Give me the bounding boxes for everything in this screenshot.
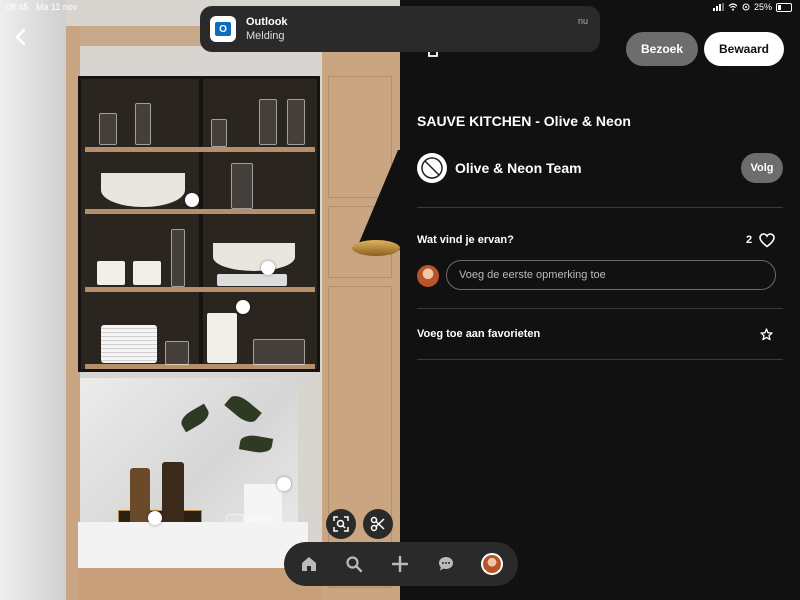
comment-input[interactable] bbox=[446, 260, 776, 290]
notification-app: Outlook bbox=[246, 16, 288, 28]
status-bar: 08:45 Ma 11 nov 25% bbox=[0, 0, 800, 14]
outlook-icon-letter: O bbox=[215, 22, 231, 36]
search-icon bbox=[346, 556, 363, 573]
status-right: 25% bbox=[712, 2, 792, 12]
heart-icon[interactable] bbox=[759, 233, 775, 248]
lens-scan-icon bbox=[333, 516, 349, 532]
status-time: 08:45 bbox=[6, 2, 29, 12]
visit-button[interactable]: Bezoek bbox=[626, 32, 698, 66]
countertop bbox=[78, 522, 308, 568]
status-date: Ma 11 nov bbox=[36, 2, 78, 12]
nav-create[interactable] bbox=[389, 553, 411, 575]
author-avatar[interactable] bbox=[417, 153, 447, 183]
product-tag-dot[interactable] bbox=[261, 261, 275, 275]
pin-title: SAUVE KITCHEN - Olive & Neon bbox=[417, 113, 631, 129]
divider bbox=[417, 359, 783, 360]
follow-button[interactable]: Volg bbox=[741, 153, 783, 183]
product-tag-dot[interactable] bbox=[148, 511, 162, 525]
scissors-icon bbox=[370, 516, 385, 532]
glass-cabinet bbox=[78, 76, 320, 372]
profile-avatar[interactable] bbox=[481, 553, 503, 575]
pin-details-panel: Bezoek Bewaard SAUVE KITCHEN - Olive & N… bbox=[400, 0, 800, 600]
nav-home[interactable] bbox=[298, 553, 320, 575]
outlook-app-icon: O bbox=[210, 16, 236, 42]
olive-neon-logo-icon bbox=[421, 157, 443, 179]
notification-message: Melding bbox=[246, 30, 285, 42]
plus-icon bbox=[391, 555, 409, 573]
wifi-icon bbox=[728, 3, 738, 11]
reaction-count: 2 bbox=[746, 234, 753, 246]
divider bbox=[417, 207, 783, 208]
battery-icon bbox=[776, 2, 792, 12]
nav-search[interactable] bbox=[343, 553, 365, 575]
product-tag-dot[interactable] bbox=[277, 477, 291, 491]
notification-time: nu bbox=[577, 16, 588, 26]
star-icon[interactable] bbox=[760, 328, 773, 341]
product-tag-dot[interactable] bbox=[236, 300, 250, 314]
signal-icon bbox=[712, 3, 724, 11]
visual-search-button[interactable] bbox=[326, 509, 356, 539]
comments-heading: Wat vind je ervan? bbox=[417, 234, 514, 246]
location-icon bbox=[742, 3, 750, 11]
product-tag-dot[interactable] bbox=[185, 193, 199, 207]
saved-button[interactable]: Bewaard bbox=[704, 32, 784, 66]
cutout-button[interactable] bbox=[363, 509, 393, 539]
add-to-favorites-label[interactable]: Voeg toe aan favorieten bbox=[417, 328, 540, 340]
user-avatar bbox=[417, 265, 439, 287]
home-icon bbox=[302, 557, 316, 571]
bottom-nav bbox=[284, 542, 518, 586]
divider bbox=[417, 308, 783, 309]
chevron-left-icon bbox=[15, 28, 26, 46]
chat-icon bbox=[439, 557, 453, 571]
back-button[interactable] bbox=[10, 26, 32, 48]
author-name[interactable]: Olive & Neon Team bbox=[455, 160, 582, 176]
wall bbox=[0, 0, 66, 600]
nav-messages[interactable] bbox=[435, 553, 457, 575]
battery-percent: 25% bbox=[753, 2, 772, 12]
